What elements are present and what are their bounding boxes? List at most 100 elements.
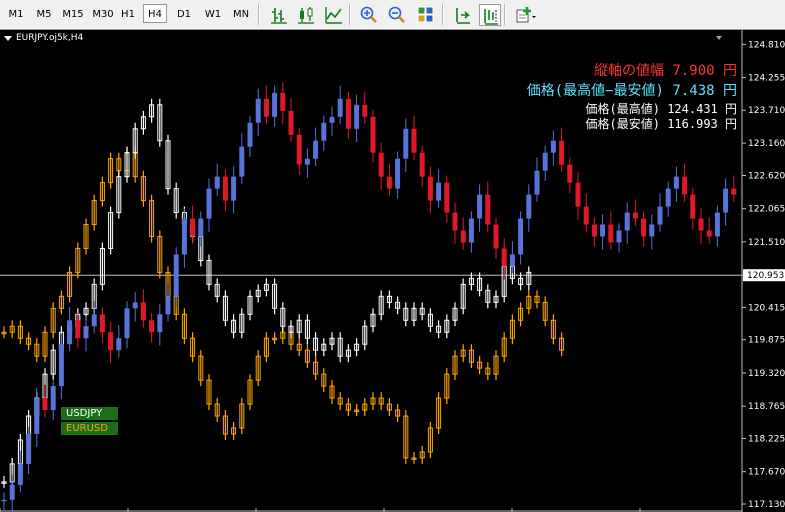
candlestick-chart-button[interactable] — [295, 4, 317, 26]
eurjpy-candle — [149, 320, 155, 333]
eurjpy-candle — [165, 296, 171, 315]
indicators-button[interactable] — [514, 4, 536, 26]
timeframe-mn[interactable]: MN — [229, 5, 253, 24]
eurjpy-candle — [280, 92, 286, 111]
eurjpy-candle — [436, 182, 442, 201]
zoom-in-icon — [360, 6, 377, 23]
eurjpy-candle — [157, 314, 163, 333]
eurjpy-candle — [632, 212, 638, 219]
chart-menu-arrow-icon[interactable] — [4, 36, 12, 41]
indicators-icon — [516, 7, 536, 23]
eurjpy-candle — [608, 224, 614, 243]
price-tick-label: 121.510 — [748, 238, 785, 248]
eurjpy-candle — [682, 176, 688, 195]
bar-chart-icon — [271, 8, 287, 24]
price-tick-label: 117.670 — [748, 468, 785, 478]
eurjpy-candle — [714, 212, 720, 237]
eurjpy-candle — [706, 230, 712, 237]
eurjpy-candle — [321, 122, 327, 141]
eurjpy-candle — [173, 254, 179, 297]
eurjpy-candle — [354, 104, 360, 129]
eurjpy-candle — [616, 230, 622, 243]
zoom-out-button[interactable] — [386, 4, 408, 26]
eurjpy-candle — [567, 164, 573, 183]
eurjpy-candle — [378, 152, 384, 177]
eurjpy-candle — [370, 116, 376, 153]
price-tick-label: 120.415 — [748, 303, 785, 313]
eurjpy-candle — [460, 230, 466, 243]
timeframe-w1[interactable]: W1 — [200, 5, 226, 24]
price-tick-label: 124.810 — [748, 40, 785, 50]
price-tick-label: 123.710 — [748, 106, 785, 116]
eurjpy-candle — [231, 176, 237, 201]
eurjpy-candle — [419, 152, 425, 177]
eurjpy-candle — [698, 218, 704, 231]
eurjpy-candle — [272, 92, 278, 117]
eurjpy-candle — [600, 224, 606, 237]
eurjpy-candle — [1, 499, 7, 502]
timeframe-m30[interactable]: M30 — [89, 5, 117, 24]
price-tick-label: 124.255 — [748, 74, 785, 84]
zoom-in-button[interactable] — [358, 4, 380, 26]
eurjpy-candle — [34, 398, 40, 434]
timeframe-h4[interactable]: H4 — [143, 4, 167, 23]
eurjpy-candle — [575, 182, 581, 207]
chart-shift-button[interactable] — [479, 4, 501, 26]
eurjpy-candle — [255, 98, 261, 123]
eurjpy-candle — [17, 463, 23, 485]
eurjpy-candle — [583, 206, 589, 225]
legend-eurusd: EURUSD — [61, 422, 118, 435]
eurjpy-candle — [313, 140, 319, 159]
eurjpy-candle — [206, 188, 212, 219]
eurjpy-candle — [411, 128, 417, 153]
line-chart-button[interactable] — [323, 4, 345, 26]
eurjpy-candle — [263, 98, 269, 117]
eurjpy-candle — [181, 218, 187, 255]
eurjpy-candle — [362, 104, 368, 117]
eurjpy-candle — [239, 146, 245, 177]
toolbar-separator — [504, 4, 506, 25]
eurjpy-candle — [501, 248, 507, 267]
eurjpy-candle — [58, 344, 64, 387]
eurjpy-candle — [222, 176, 228, 201]
timeframe-m5[interactable]: M5 — [31, 5, 57, 24]
eurjpy-candle — [690, 194, 696, 219]
toolbar-separator — [258, 4, 260, 25]
bar-chart-button[interactable] — [268, 4, 290, 26]
toolbar-separator — [349, 4, 351, 25]
eurjpy-candle — [116, 338, 122, 351]
chart-area[interactable]: 124.810 124.255 123.710 123.160 122.620 122.0… — [0, 30, 785, 512]
tile-windows-button[interactable] — [415, 4, 437, 26]
eurjpy-candle — [591, 224, 597, 237]
eurjpy-candle — [337, 98, 343, 117]
eurjpy-candle — [91, 314, 97, 327]
eurjpy-candle — [9, 484, 15, 500]
auto-scroll-icon — [456, 8, 470, 24]
current-price-label: 120.953 — [747, 271, 784, 281]
eurjpy-candle — [427, 176, 433, 201]
timeframe-m1[interactable]: M1 — [5, 5, 27, 24]
chart-shift-marker-icon — [716, 36, 722, 40]
timeframe-m15[interactable]: M15 — [59, 5, 87, 24]
eurjpy-candle — [444, 182, 450, 213]
eurjpy-candle — [288, 110, 294, 135]
eurjpy-candle — [624, 212, 630, 231]
eurjpy-candle — [83, 326, 89, 339]
eurjpy-candle — [468, 218, 474, 243]
zoom-out-icon — [388, 6, 405, 23]
legend-usdjpy: USDJPY — [61, 407, 118, 420]
eurjpy-candle — [124, 308, 130, 339]
legend-usdjpy-label: USDJPY — [66, 408, 103, 419]
price-tick-label: 119.320 — [748, 369, 785, 379]
eurjpy-candle — [132, 302, 138, 309]
eurjpy-candle — [477, 194, 483, 219]
auto-scroll-button[interactable] — [452, 4, 474, 26]
timeframe-h1[interactable]: H1 — [119, 5, 137, 24]
eurjpy-candle — [386, 176, 392, 189]
eurjpy-candle — [296, 134, 302, 165]
timeframe-d1[interactable]: D1 — [172, 5, 196, 24]
price-tick-label: 119.875 — [748, 336, 785, 346]
eurjpy-candle — [329, 116, 335, 123]
eurjpy-candle — [641, 218, 647, 237]
eurjpy-candle — [665, 188, 671, 207]
